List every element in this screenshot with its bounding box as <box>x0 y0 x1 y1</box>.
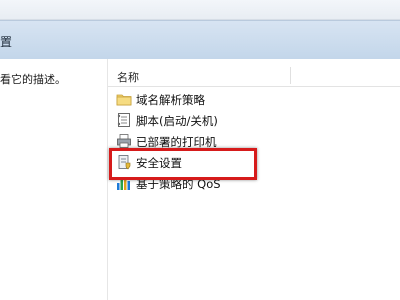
description-text: 看它的描述。 <box>0 73 66 86</box>
description-pane: 看它的描述。 <box>0 59 107 300</box>
folder-icon <box>116 91 132 107</box>
window-title: 置 <box>0 35 13 49</box>
column-header-name[interactable]: 名称 <box>108 65 400 87</box>
list-item-name-resolution-policy[interactable]: 域名解析策略 <box>116 89 316 109</box>
title-bar: 置 <box>0 20 400 60</box>
window-top-strip <box>0 0 400 20</box>
list-item-label: 脚本(启动/关机) <box>136 114 218 128</box>
highlight-box <box>109 148 257 180</box>
printer-icon <box>116 133 132 149</box>
column-header-label: 名称 <box>117 71 139 84</box>
script-icon <box>116 112 132 128</box>
list-item-label: 域名解析策略 <box>136 93 205 107</box>
list-item-scripts[interactable]: 脚本(启动/关机) <box>116 110 316 130</box>
column-separator[interactable] <box>290 67 291 84</box>
